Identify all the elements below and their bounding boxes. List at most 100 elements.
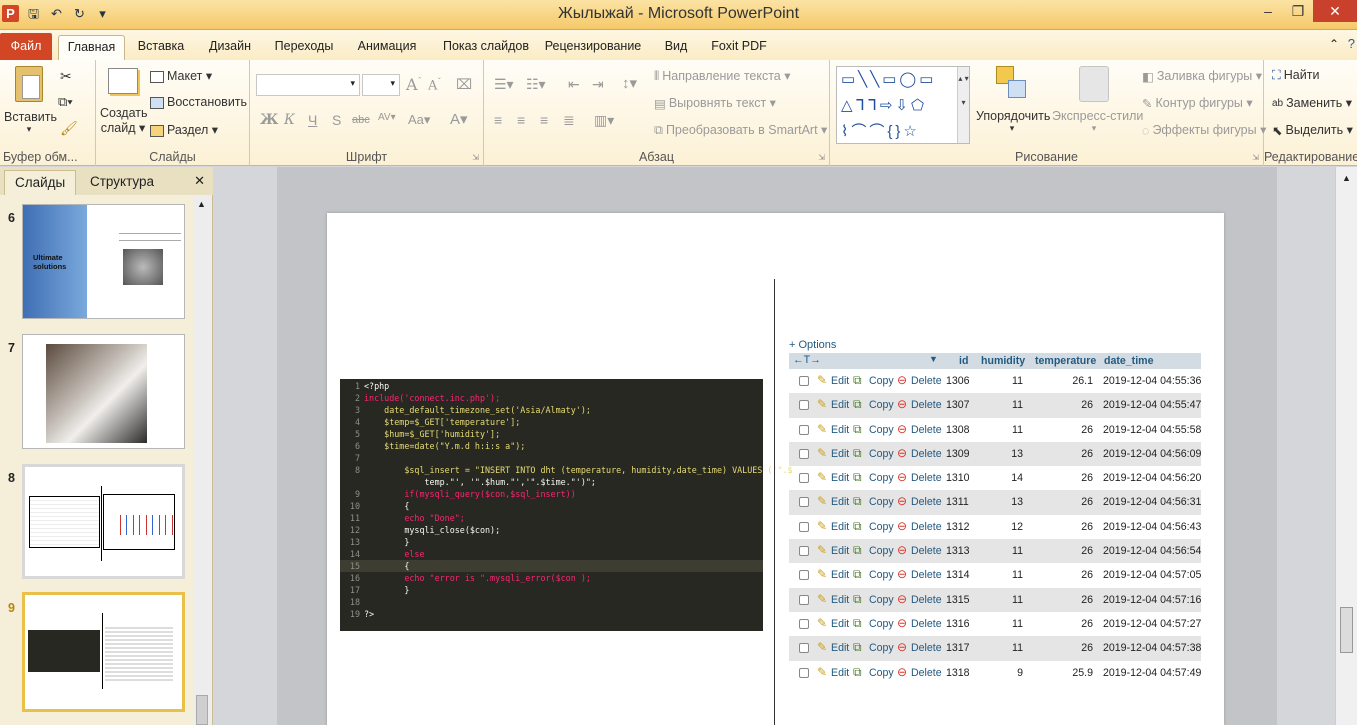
edit-link[interactable]: Edit [831,618,849,630]
row-checkbox[interactable] [799,667,809,678]
slide-thumbnail-8[interactable] [22,464,185,579]
shadow-icon[interactable]: S [332,112,341,128]
row-checkbox[interactable] [799,448,809,459]
convert-smartart-button[interactable]: ⧉ Преобразовать в SmartArt ▾ [654,122,827,138]
edit-link[interactable]: Edit [831,667,849,679]
tab-foxit-pdf[interactable]: Foxit PDF [708,35,770,60]
scroll-up-icon[interactable]: ▲ [1342,173,1351,183]
copy-link[interactable]: Copy [869,472,894,484]
copy-link[interactable]: Copy [869,375,894,387]
format-painter-icon[interactable]: 🖌 [60,120,78,137]
edit-link[interactable]: Edit [831,424,849,436]
copy-link[interactable]: Copy [869,496,894,508]
copy-link[interactable]: Copy [869,569,894,581]
cut-icon[interactable]: ✂ [60,68,72,85]
tab-review[interactable]: Рецензирование [544,35,642,60]
replace-button[interactable]: ab Заменить ▾ [1272,95,1352,110]
shrink-font-icon[interactable]: Aˇ [428,77,441,93]
close-button[interactable]: ✕ [1313,0,1357,22]
row-checkbox[interactable] [799,376,809,386]
slide-thumbnail-6[interactable]: Ultimate solutions [22,204,185,319]
columns-icon[interactable]: ▥▾ [594,112,614,129]
grow-font-icon[interactable]: Aˆ [406,75,422,94]
align-text-button[interactable]: ▤ Выровнять текст ▾ [654,95,776,111]
increase-indent-icon[interactable]: ⇥ [592,76,604,93]
row-checkbox[interactable] [799,424,809,435]
delete-link[interactable]: Delete [911,472,942,484]
decrease-indent-icon[interactable]: ⇤ [568,76,580,93]
panel-scroll-thumb[interactable] [196,695,208,725]
shape-fill-button[interactable]: ◧ Заливка фигуры ▾ [1142,68,1262,84]
new-slide-button[interactable]: Создать слайд ▾ [100,68,148,135]
delete-link[interactable]: Delete [911,642,942,654]
align-center-icon[interactable]: ≡ [517,112,525,128]
edit-link[interactable]: Edit [831,375,849,387]
bullets-icon[interactable]: ☰▾ [494,76,514,93]
paragraph-dialog-launcher-icon[interactable]: ⇲ [818,153,825,162]
delete-link[interactable]: Delete [911,667,942,679]
editor-scroll-thumb[interactable] [1340,607,1353,653]
delete-link[interactable]: Delete [911,448,942,460]
font-family-combo[interactable]: ▾ [256,74,360,96]
align-right-icon[interactable]: ≡ [540,112,548,128]
help-icon[interactable]: ? [1348,36,1355,51]
italic-button[interactable]: К [284,112,295,128]
edit-link[interactable]: Edit [831,545,849,557]
font-dialog-launcher-icon[interactable]: ⇲ [472,153,479,162]
underline-button[interactable]: Ч [308,112,317,128]
delete-link[interactable]: Delete [911,521,942,533]
shape-outline-button[interactable]: ✎ Контур фигуры ▾ [1142,95,1253,111]
editor-scrollbar[interactable]: ▲ [1335,167,1357,725]
minimize-ribbon-icon[interactable]: ⌃ [1329,37,1339,51]
quick-styles-button[interactable]: Экспресс-стили ▾ [1052,66,1143,134]
copy-icon[interactable]: ⧉▾ [58,94,73,110]
tab-slideshow[interactable]: Показ слайдов [436,35,536,60]
edit-link[interactable]: Edit [831,642,849,654]
slide-thumbnail-7[interactable] [22,334,185,449]
row-checkbox[interactable] [799,570,809,581]
delete-link[interactable]: Delete [911,594,942,606]
row-checkbox[interactable] [799,400,809,411]
edit-link[interactable]: Edit [831,521,849,533]
section-button[interactable]: Раздел ▾ [150,122,218,137]
copy-link[interactable]: Copy [869,618,894,630]
arrange-button[interactable]: Упорядочить ▾ [976,66,1050,134]
char-spacing-button[interactable]: AV▾ [378,112,396,123]
row-checkbox[interactable] [799,618,809,629]
delete-link[interactable]: Delete [911,424,942,436]
bold-button[interactable]: Ж [260,112,278,128]
select-button[interactable]: ⬉ Выделить ▾ [1272,122,1353,138]
row-checkbox[interactable] [799,497,809,508]
edit-link[interactable]: Edit [831,448,849,460]
delete-link[interactable]: Delete [911,618,942,630]
copy-link[interactable]: Copy [869,545,894,557]
line-spacing-icon[interactable]: ↕▾ [622,74,637,92]
row-checkbox[interactable] [799,521,809,532]
copy-link[interactable]: Copy [869,448,894,460]
numbering-icon[interactable]: ☷▾ [526,76,546,93]
edit-link[interactable]: Edit [831,399,849,411]
slide-thumbnail-9[interactable] [22,592,185,712]
change-case-button[interactable]: Aa▾ [408,112,430,128]
copy-link[interactable]: Copy [869,521,894,533]
edit-link[interactable]: Edit [831,569,849,581]
delete-link[interactable]: Delete [911,375,942,387]
tab-outline[interactable]: Структура [80,170,164,195]
copy-link[interactable]: Copy [869,424,894,436]
shape-effects-button[interactable]: ◌ Эффекты фигуры ▾ [1142,122,1266,138]
tab-design[interactable]: Дизайн [200,35,260,60]
current-slide[interactable]: 1 <?php 2 include('connect.inc.php'); 3 date… [327,213,1224,725]
font-size-combo[interactable]: ▾ [362,74,400,96]
row-checkbox[interactable] [799,473,809,484]
drawing-dialog-launcher-icon[interactable]: ⇲ [1252,153,1259,162]
tab-home[interactable]: Главная [58,35,125,60]
justify-icon[interactable]: ≣ [563,112,575,129]
maximize-button[interactable]: ❐ [1283,0,1313,22]
copy-link[interactable]: Copy [869,667,894,679]
close-panel-icon[interactable]: ✕ [194,173,205,189]
scroll-up-icon[interactable]: ▲ [197,199,206,209]
tab-animations[interactable]: Анимация [350,35,424,60]
tab-file[interactable]: Файл [0,33,52,60]
delete-link[interactable]: Delete [911,569,942,581]
copy-link[interactable]: Copy [869,642,894,654]
